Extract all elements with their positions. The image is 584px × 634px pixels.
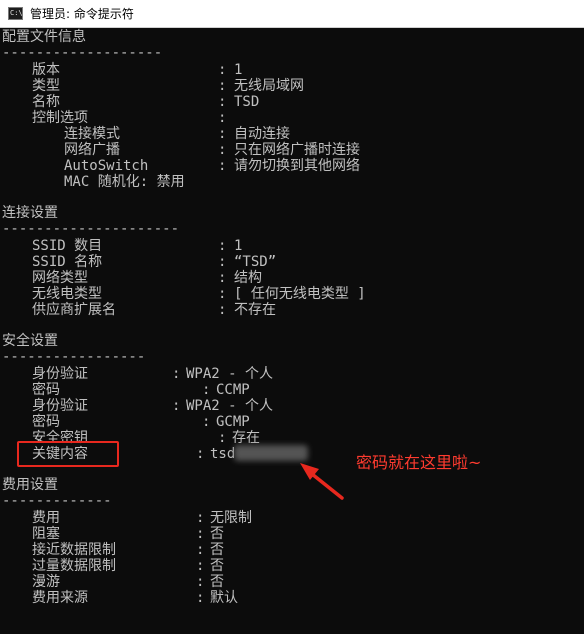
profile-header: 配置文件信息 [2, 29, 86, 45]
approaching-limit-label: 接近数据限制 [32, 542, 116, 558]
colon: : [218, 142, 227, 158]
auth-label: 身份验证 [32, 398, 88, 414]
highlight-box [17, 441, 119, 467]
colon: : [218, 430, 227, 446]
type-label: 类型 [32, 78, 60, 94]
cipher-value: CCMP [216, 382, 250, 398]
colon: : [218, 158, 227, 174]
security-key-value: 存在 [232, 430, 260, 446]
colon: : [218, 270, 227, 286]
congested-label: 阻塞 [32, 526, 60, 542]
ssid-name-value: “TSD” [234, 254, 277, 270]
vendor-extension-label: 供应商扩展名 [32, 302, 116, 318]
version-value: 1 [234, 62, 243, 78]
roaming-value: 否 [210, 574, 224, 590]
colon: : [196, 542, 205, 558]
cmd-icon: C:\ [8, 7, 23, 20]
security-rule: ----------------- [2, 349, 146, 365]
colon: : [202, 382, 211, 398]
annotation-note: 密码就在这里啦~ [356, 453, 482, 472]
colon: : [218, 238, 227, 254]
cost-value: 无限制 [210, 510, 252, 526]
over-limit-value: 否 [210, 558, 224, 574]
colon: : [218, 254, 227, 270]
colon: : [196, 590, 205, 606]
colon: : [202, 414, 211, 430]
broadcast-label: 网络广播 [64, 142, 120, 158]
colon: : [218, 94, 227, 110]
cost-source-label: 费用来源 [32, 590, 88, 606]
type-value: 无线局域网 [234, 78, 304, 94]
colon: : [172, 366, 181, 382]
over-limit-label: 过量数据限制 [32, 558, 116, 574]
network-type-value: 结构 [234, 270, 262, 286]
ssid-name-label: SSID 名称 [32, 254, 103, 270]
name-label: 名称 [32, 94, 60, 110]
colon: : [172, 398, 181, 414]
ssid-count-label: SSID 数目 [32, 238, 103, 254]
auth-value: WPA2 - 个人 [186, 366, 274, 382]
autoswitch-label: AutoSwitch [64, 158, 149, 174]
colon: : [196, 510, 205, 526]
colon: : [218, 78, 227, 94]
name-value: TSD [234, 94, 260, 110]
congested-value: 否 [210, 526, 224, 542]
colon: : [196, 526, 205, 542]
broadcast-value: 只在网络广播时连接 [234, 142, 360, 158]
title-bar[interactable]: C:\ 管理员: 命令提示符 [0, 0, 584, 28]
vendor-extension-value: 不存在 [234, 302, 276, 318]
cost-source-value: 默认 [210, 590, 238, 606]
connect-mode-value: 自动连接 [234, 126, 290, 142]
redacted-password [234, 445, 308, 461]
cost-header: 费用设置 [2, 477, 58, 493]
network-type-label: 网络类型 [32, 270, 88, 286]
colon: : [196, 574, 205, 590]
colon: : [196, 446, 205, 462]
autoswitch-value: 请勿切换到其他网络 [234, 158, 360, 174]
cipher-label: 密码 [32, 414, 60, 430]
colon: : [218, 302, 227, 318]
cost-rule: ------------- [2, 493, 112, 509]
radio-type-value: [ 任何无线电类型 ] [234, 286, 366, 302]
cipher-label: 密码 [32, 382, 60, 398]
profile-rule: ------------------- [2, 45, 163, 61]
security-header: 安全设置 [2, 333, 58, 349]
mac-randomization: MAC 随机化: 禁用 [64, 174, 185, 190]
key-content-value[interactable]: tsd [210, 446, 235, 462]
auth-value: WPA2 - 个人 [186, 398, 274, 414]
control-options-label: 控制选项 [32, 110, 88, 126]
colon: : [196, 558, 205, 574]
colon: : [218, 62, 227, 78]
connect-mode-label: 连接模式 [64, 126, 120, 142]
colon: : [218, 126, 227, 142]
roaming-label: 漫游 [32, 574, 60, 590]
version-label: 版本 [32, 62, 60, 78]
window-title: 管理员: 命令提示符 [30, 7, 134, 21]
colon: : [218, 286, 227, 302]
cipher-value: GCMP [216, 414, 250, 430]
auth-label: 身份验证 [32, 366, 88, 382]
connectivity-rule: --------------------- [2, 221, 180, 237]
connectivity-header: 连接设置 [2, 205, 58, 221]
ssid-count-value: 1 [234, 238, 243, 254]
approaching-limit-value: 否 [210, 542, 224, 558]
radio-type-label: 无线电类型 [32, 286, 102, 302]
colon: : [218, 110, 227, 126]
cost-label: 费用 [32, 510, 60, 526]
